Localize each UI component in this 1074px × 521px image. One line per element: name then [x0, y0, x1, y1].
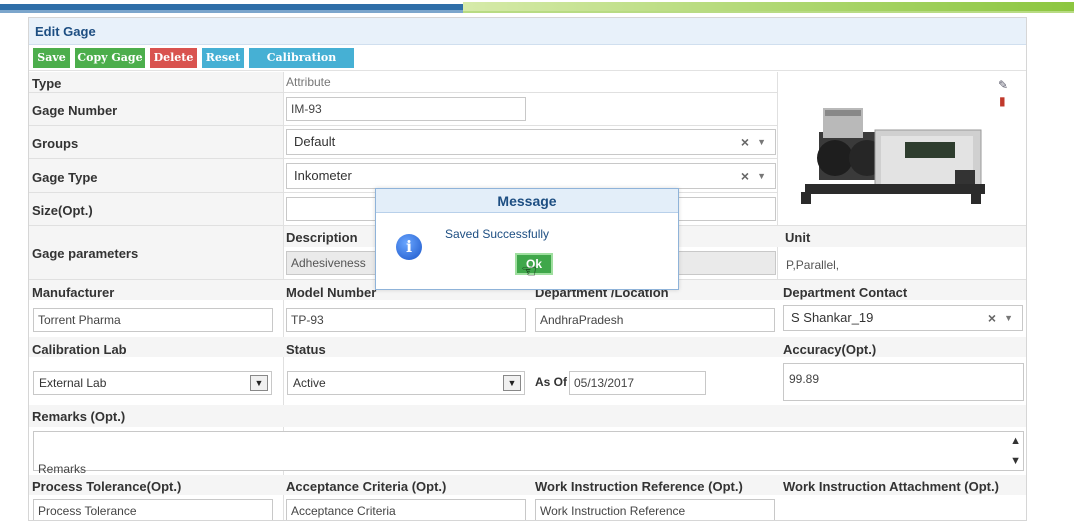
scroll-up-icon[interactable]: ▲ — [1010, 434, 1021, 448]
gage-number-input[interactable]: IM-93 — [286, 97, 526, 121]
scroll-down-icon[interactable]: ▼ — [1010, 454, 1021, 468]
gage-number-label: Gage Number — [32, 103, 118, 118]
accuracy-input[interactable]: 99.89 — [783, 363, 1024, 401]
banner-green-stripe-light — [463, 11, 1074, 13]
message-dialog: Message i Saved Successfully Ok ☜ — [375, 188, 679, 290]
process-tolerance-label: Process Tolerance(Opt.) — [32, 479, 182, 494]
trash-icon[interactable]: ▮ — [999, 94, 1006, 108]
save-button[interactable]: Save — [33, 48, 70, 68]
banner-green-stripe — [463, 2, 1074, 11]
banner-blue-stripe-light — [0, 10, 463, 13]
department-contact-label: Department Contact — [783, 285, 908, 300]
clear-icon[interactable]: × — [741, 130, 749, 154]
edit-icon[interactable]: ✎ — [998, 78, 1008, 92]
copy-gage-button[interactable]: Copy Gage — [75, 48, 145, 68]
clear-icon[interactable]: × — [741, 164, 749, 188]
chevron-down-icon[interactable]: ▼ — [250, 375, 268, 391]
dialog-title: Message — [376, 189, 678, 213]
work-instruction-label: Work Instruction Reference (Opt.) — [535, 479, 743, 494]
work-attachment-label: Work Instruction Attachment (Opt.) — [783, 479, 999, 494]
acceptance-criteria-input[interactable]: Acceptance Criteria — [286, 499, 526, 520]
description-label: Description — [286, 230, 358, 245]
work-instruction-input[interactable]: Work Instruction Reference — [535, 499, 775, 520]
gage-type-label: Gage Type — [32, 170, 98, 185]
remarks-label: Remarks (Opt.) — [32, 409, 126, 424]
calibration-lab-label: Calibration Lab — [32, 342, 127, 357]
status-label: Status — [286, 342, 326, 357]
info-icon: i — [396, 234, 422, 260]
calibration-lab-select[interactable]: External Lab ▼ — [33, 371, 272, 395]
status-select[interactable]: Active ▼ — [287, 371, 525, 395]
unit-label: Unit — [785, 230, 811, 245]
department-contact-value: S Shankar_19 — [791, 310, 874, 325]
model-number-input[interactable]: TP-93 — [286, 308, 526, 332]
groups-label: Groups — [32, 136, 79, 151]
chevron-down-icon[interactable]: ▼ — [503, 375, 521, 391]
gage-type-combo[interactable]: Inkometer × ▼ — [286, 163, 776, 189]
calibration-lab-value: External Lab — [39, 376, 107, 390]
acceptance-criteria-label: Acceptance Criteria (Opt.) — [286, 479, 447, 494]
department-contact-combo[interactable]: S Shankar_19 × ▼ — [783, 305, 1023, 331]
gage-parameters-label: Gage parameters — [32, 246, 139, 261]
as-of-date-input[interactable]: 05/13/2017 — [569, 371, 706, 395]
groups-value: Default — [294, 134, 336, 149]
dialog-message: Saved Successfully — [445, 227, 550, 241]
clear-icon[interactable]: × — [988, 306, 996, 330]
delete-button[interactable]: Delete — [150, 48, 197, 68]
department-input[interactable]: AndhraPradesh — [535, 308, 775, 332]
as-of-label: As Of — [535, 375, 568, 389]
unit-value: P,Parallel, — [786, 258, 840, 272]
model-number-label: Model Number — [286, 285, 377, 300]
hand-cursor-icon: ☜ — [521, 261, 538, 282]
chevron-down-icon[interactable]: ▼ — [1004, 306, 1013, 330]
top-banner — [0, 0, 1074, 14]
size-label: Size(Opt.) — [32, 203, 93, 218]
gage-image — [801, 108, 985, 204]
toolbar: Save Copy Gage Delete Reset Calibration … — [29, 46, 1026, 84]
accuracy-label: Accuracy(Opt.) — [783, 342, 877, 357]
manufacturer-input[interactable]: Torrent Pharma — [33, 308, 273, 332]
manufacturer-label: Manufacturer — [32, 285, 115, 300]
groups-combo[interactable]: Default × ▼ — [286, 129, 776, 155]
chevron-down-icon[interactable]: ▼ — [757, 130, 766, 154]
remarks-textarea[interactable]: Remarks ▲ ▼ — [33, 431, 1024, 476]
status-value: Active — [293, 376, 326, 390]
type-label: Type — [32, 76, 62, 91]
remarks-placeholder: Remarks — [38, 462, 87, 476]
reset-button[interactable]: Reset — [202, 48, 244, 68]
process-tolerance-input[interactable]: Process Tolerance — [33, 499, 273, 520]
calibration-study-button[interactable]: Calibration Study — [249, 48, 354, 84]
gage-type-value: Inkometer — [294, 168, 352, 183]
type-value: Attribute — [286, 75, 331, 89]
panel-title: Edit Gage — [29, 18, 1026, 45]
chevron-down-icon[interactable]: ▼ — [757, 164, 766, 188]
